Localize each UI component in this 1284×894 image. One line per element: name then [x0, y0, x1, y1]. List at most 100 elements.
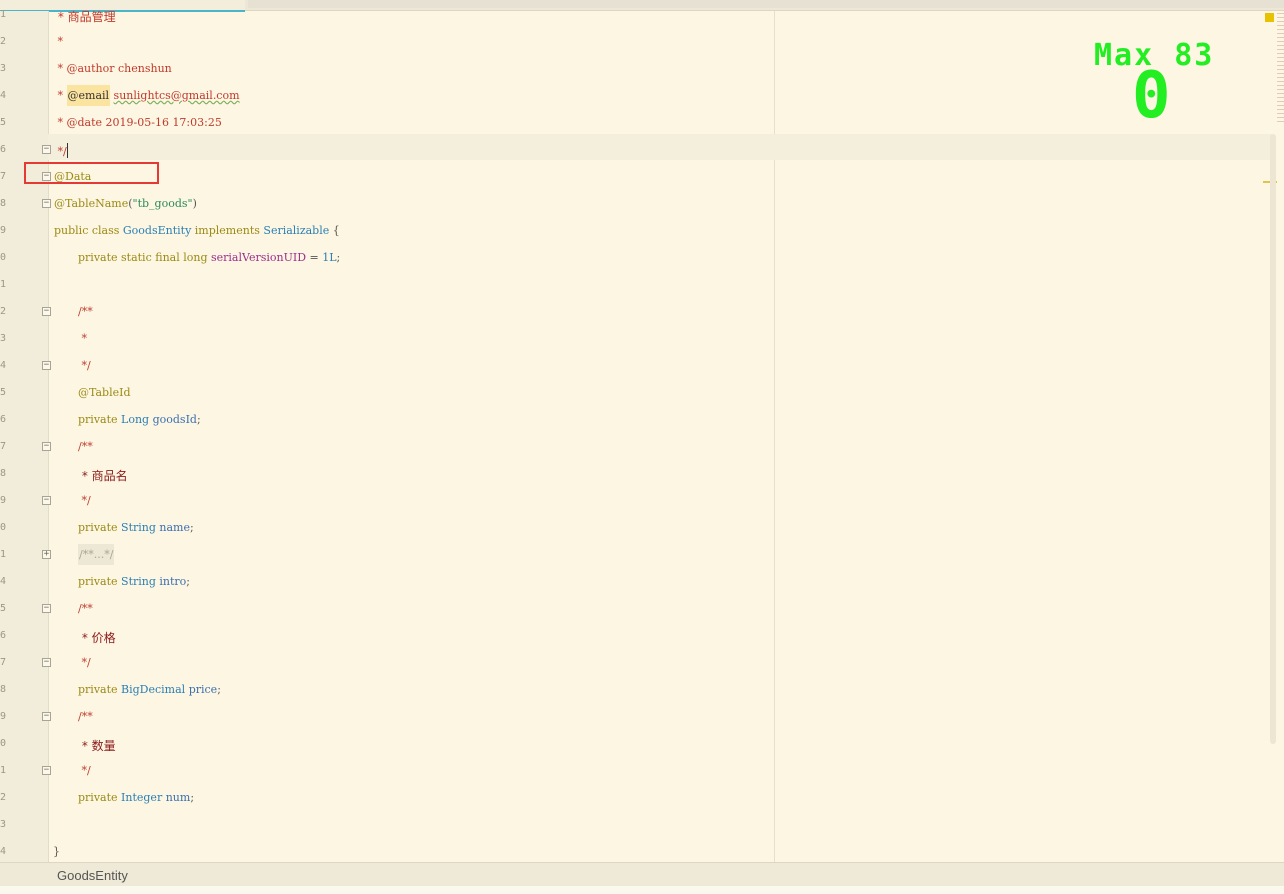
code-line: 7 − /**: [0, 434, 1272, 461]
code-line: 2 − /**: [0, 299, 1272, 326]
code-editor[interactable]: 1 * 商品管理 2 * 3 * @author chenshun 4 * @e…: [0, 9, 1272, 862]
code-line: 1 * 商品管理: [0, 2, 1272, 29]
line-number: 1: [0, 765, 7, 776]
semicolon: ;: [217, 683, 221, 696]
line-number: 6: [0, 414, 7, 425]
field-name: num: [162, 791, 191, 804]
type-name: Long: [121, 413, 150, 426]
fold-collapse-icon[interactable]: −: [42, 199, 51, 208]
comment-email-line: * @email sunlightcs@gmail.com: [54, 85, 240, 106]
field-declaration: private String intro;: [78, 575, 190, 588]
comment-text: /**: [78, 710, 93, 723]
fold-expand-icon[interactable]: +: [42, 550, 51, 559]
field-name: price: [185, 683, 218, 696]
line-number: 0: [0, 738, 7, 749]
breadcrumb-class-name[interactable]: GoodsEntity: [57, 868, 128, 883]
paren-close: ): [192, 197, 197, 210]
fold-collapse-icon[interactable]: −: [42, 442, 51, 451]
comment-text: * 商品管理: [54, 10, 116, 24]
semicolon: ;: [336, 251, 341, 264]
score-overlay: Max 83 0: [1092, 38, 1252, 128]
bottom-strip: [0, 886, 1284, 894]
error-stripe-markers: [1277, 13, 1284, 123]
fold-collapse-icon[interactable]: −: [42, 496, 51, 505]
field-declaration: private Integer num;: [78, 791, 194, 804]
code-line: 4 private String intro;: [0, 569, 1272, 596]
code-line: 6 private Long goodsId;: [0, 407, 1272, 434]
comment-end-line: */: [54, 143, 68, 158]
line-number: 0: [0, 252, 7, 263]
code-line: 1: [0, 272, 1272, 299]
comment-star: *: [54, 89, 67, 102]
line-number: 2: [0, 36, 7, 47]
keyword: private static final long: [78, 251, 211, 264]
vertical-scrollbar[interactable]: [1270, 134, 1276, 744]
current-score: 0: [1132, 59, 1171, 133]
comment-text: /**: [78, 440, 93, 453]
tableid-annotation: @TableId: [78, 386, 131, 399]
code-line: 2 private Integer num;: [0, 785, 1272, 812]
comment-text: *: [78, 332, 87, 345]
field-declaration: private String name;: [78, 521, 194, 534]
folded-comment[interactable]: /**...*/: [78, 544, 115, 565]
keyword: implements: [191, 224, 264, 237]
operator: =: [306, 251, 323, 264]
fold-collapse-icon[interactable]: −: [42, 712, 51, 721]
closing-brace: }: [53, 845, 60, 858]
inspection-status-icon[interactable]: [1265, 13, 1274, 22]
code-line: 1 − */: [0, 758, 1272, 785]
code-line: 5 − /**: [0, 596, 1272, 623]
comment-text: */: [78, 656, 91, 669]
class-name: GoodsEntity: [122, 224, 192, 237]
comment-text: * @date 2019-05-16 17:03:25: [54, 116, 222, 129]
line-number: 7: [0, 441, 7, 452]
code-line: 0 * 数量: [0, 731, 1272, 758]
line-number: 5: [0, 117, 7, 128]
code-line: 3 *: [0, 326, 1272, 353]
line-number: 9: [0, 495, 7, 506]
code-line: 9 − */: [0, 488, 1272, 515]
field-name: goodsId: [149, 413, 197, 426]
semicolon: ;: [189, 521, 194, 534]
code-line: 8 * 商品名: [0, 461, 1272, 488]
comment-text: * @author chenshun: [54, 62, 172, 75]
code-line: 4 − */: [0, 353, 1272, 380]
fold-collapse-icon[interactable]: −: [42, 145, 51, 154]
line-number: 1: [0, 9, 7, 20]
tablename-annotation: @TableName("tb_goods"): [54, 197, 197, 210]
code-line: 9 − /**: [0, 704, 1272, 731]
fold-collapse-icon[interactable]: −: [42, 604, 51, 613]
fold-collapse-icon[interactable]: −: [42, 766, 51, 775]
fold-collapse-icon[interactable]: −: [42, 658, 51, 667]
class-declaration: public class GoodsEntity implements Seri…: [54, 224, 340, 237]
type-name: Integer: [121, 791, 163, 804]
line-number: 5: [0, 603, 7, 614]
fold-collapse-icon[interactable]: −: [42, 361, 51, 370]
line-number: 4: [0, 576, 7, 587]
annotation-highlight-box: [24, 162, 159, 184]
field-name: serialVersionUID: [211, 251, 307, 264]
line-number: 9: [0, 711, 7, 722]
line-number: 8: [0, 684, 7, 695]
code-line: 1 + /**...*/: [0, 542, 1272, 569]
folded-comment-text: /**...*/: [78, 544, 115, 565]
keyword: private: [78, 521, 122, 534]
line-number: 3: [0, 819, 7, 830]
field-name: name: [155, 521, 190, 534]
semicolon: ;: [186, 575, 191, 588]
email-tag: @email: [66, 85, 111, 106]
fold-collapse-icon[interactable]: −: [42, 307, 51, 316]
code-line: 9 public class GoodsEntity implements Se…: [0, 218, 1272, 245]
field-declaration: private static final long serialVersionU…: [78, 251, 340, 264]
comment-text: */: [78, 359, 91, 372]
brace: {: [329, 224, 340, 237]
field-declaration: private BigDecimal price;: [78, 683, 221, 696]
comment-text: */: [54, 145, 67, 158]
comment-text: * 价格: [78, 631, 116, 645]
semicolon: ;: [196, 413, 201, 426]
line-number: 2: [0, 792, 7, 803]
code-line: 5 * @date 2019-05-16 17:03:25: [0, 110, 1272, 137]
comment-text: * 数量: [78, 739, 116, 753]
line-number: 3: [0, 333, 7, 344]
comment-text: */: [78, 494, 91, 507]
